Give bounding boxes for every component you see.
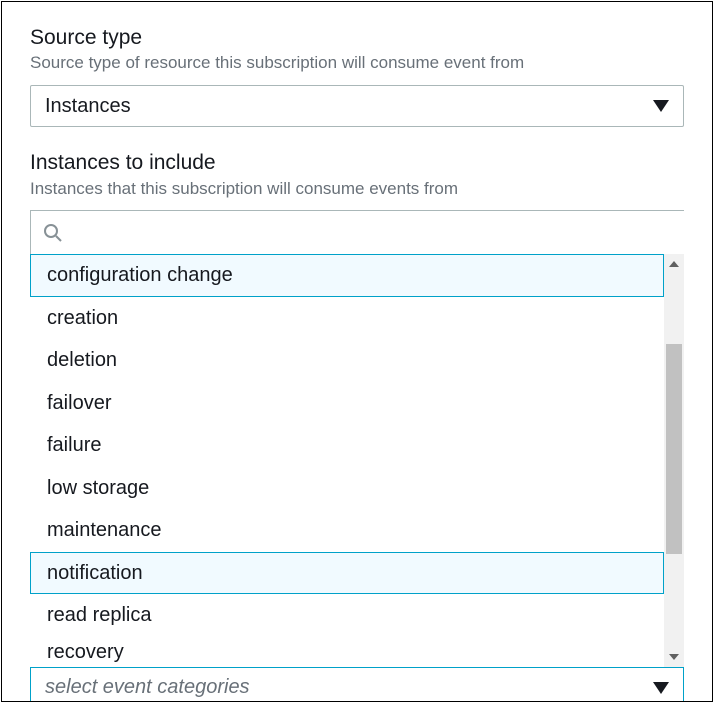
option-failure[interactable]: failure [30,424,664,467]
caret-down-icon [653,682,669,694]
scroll-thumb[interactable] [666,344,682,554]
source-type-select[interactable]: Instances [30,85,684,127]
scroll-down-icon[interactable] [664,647,684,667]
instances-include-label: Instances to include [30,149,684,176]
search-icon [43,223,63,243]
options-dropdown: configuration change creation deletion f… [30,254,684,667]
option-recovery[interactable]: recovery [30,637,664,667]
option-failover[interactable]: failover [30,382,664,425]
source-type-description: Source type of resource this subscriptio… [30,52,684,75]
subscription-form-panel: Source type Source type of resource this… [1,1,713,702]
source-type-value: Instances [45,95,653,118]
event-categories-select[interactable]: select event categories [30,667,684,702]
instances-include-description: Instances that this subscription will co… [30,178,684,201]
event-categories-placeholder: select event categories [45,676,653,699]
scrollbar[interactable] [664,254,684,667]
option-deletion[interactable]: deletion [30,339,664,382]
instances-include-section: Instances to include Instances that this… [30,149,684,702]
option-configuration-change[interactable]: configuration change [30,254,664,297]
source-type-label: Source type [30,24,684,51]
option-creation[interactable]: creation [30,297,664,340]
options-list: configuration change creation deletion f… [30,254,664,667]
option-low-storage[interactable]: low storage [30,467,664,510]
source-type-section: Source type Source type of resource this… [30,24,684,127]
caret-down-icon [653,100,669,112]
option-notification[interactable]: notification [30,552,664,595]
option-maintenance[interactable]: maintenance [30,509,664,552]
option-read-replica[interactable]: read replica [30,594,664,637]
search-row[interactable] [30,210,684,254]
scroll-up-icon[interactable] [664,254,684,274]
scroll-track[interactable] [664,274,684,647]
search-input[interactable] [71,222,672,243]
